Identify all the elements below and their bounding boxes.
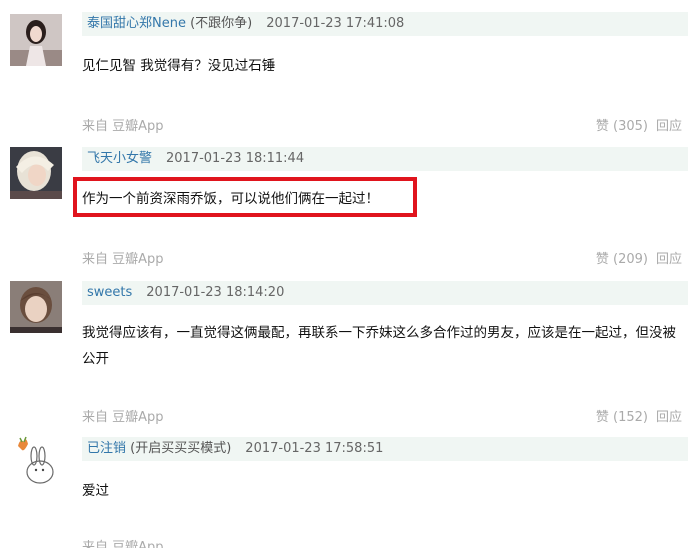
reply-button[interactable]: 回应 [656,252,682,267]
comment-content: 我觉得应该有，一直觉得这俩最配，再联系一下乔妹这么多合作过的男友，应该是在一起过… [82,325,676,367]
vote-button[interactable]: 赞 (209) [596,252,648,267]
author-link[interactable]: 飞天小女警 [87,151,152,166]
avatar-image [10,14,62,66]
comment-item: 已注销 (开启买买买模式) 2017-01-23 17:58:51 爱过 [0,430,700,546]
comment-time: 2017-01-23 17:58:51 [245,441,384,456]
author-link[interactable]: 泰国甜心郑Nene [87,16,186,31]
comment-content: 见仁见智 我觉得有？没见过石锤 [82,58,276,74]
comment-source: 来自 豆瓣App [82,540,164,548]
avatar[interactable] [10,147,62,199]
comment-meta: sweets 2017-01-23 18:14:20 [82,281,688,305]
comment-meta: 飞天小女警 2017-01-23 18:11:44 [82,147,688,171]
comment-source: 来自 豆瓣App [82,252,164,267]
avatar[interactable] [10,14,62,66]
comment-time: 2017-01-23 18:14:20 [146,285,285,300]
comment-source: 来自 豆瓣App [82,119,164,134]
comment-meta: 泰国甜心郑Nene (不跟你争) 2017-01-23 17:41:08 [82,12,688,36]
avatar-image [10,281,62,333]
comment-item: 泰国甜心郑Nene (不跟你争) 2017-01-23 17:41:08 见仁见智… [0,0,700,140]
author-signature: (不跟你争) [185,16,253,31]
reply-button[interactable]: 回应 [656,410,682,425]
reply-button[interactable]: 回应 [656,119,682,134]
highlight-box [73,177,417,217]
comment-time: 2017-01-23 18:11:44 [166,151,305,166]
comment-time: 2017-01-23 17:41:08 [266,16,405,31]
comment-footer: 来自 豆瓣App 赞 (152) 回应 [82,408,688,428]
avatar[interactable] [10,436,62,488]
comment-actions: 赞 (152) 回应 [596,408,682,428]
comment-actions: 赞 (209) 回应 [596,250,682,270]
comment-meta: 已注销 (开启买买买模式) 2017-01-23 17:58:51 [82,437,688,461]
comment-item: sweets 2017-01-23 18:14:20 我觉得应该有，一直觉得这俩最… [0,275,700,430]
author-link[interactable]: sweets [87,285,132,300]
author-signature: (开启买买买模式) [126,441,232,456]
comment-source: 来自 豆瓣App [82,410,164,425]
comment-actions: 赞 (305) 回应 [596,117,682,137]
comment-footer: 来自 豆瓣App 赞 (209) 回应 [82,250,688,270]
avatar-image [10,147,62,199]
avatar[interactable] [10,281,62,333]
comment-content: 爱过 [82,483,109,499]
author-link[interactable]: 已注销 [87,441,126,456]
avatar-image [10,436,62,488]
comment-footer: 来自 豆瓣App 赞 (305) 回应 [82,117,688,137]
vote-button[interactable]: 赞 (152) [596,410,648,425]
vote-button[interactable]: 赞 (305) [596,119,648,134]
